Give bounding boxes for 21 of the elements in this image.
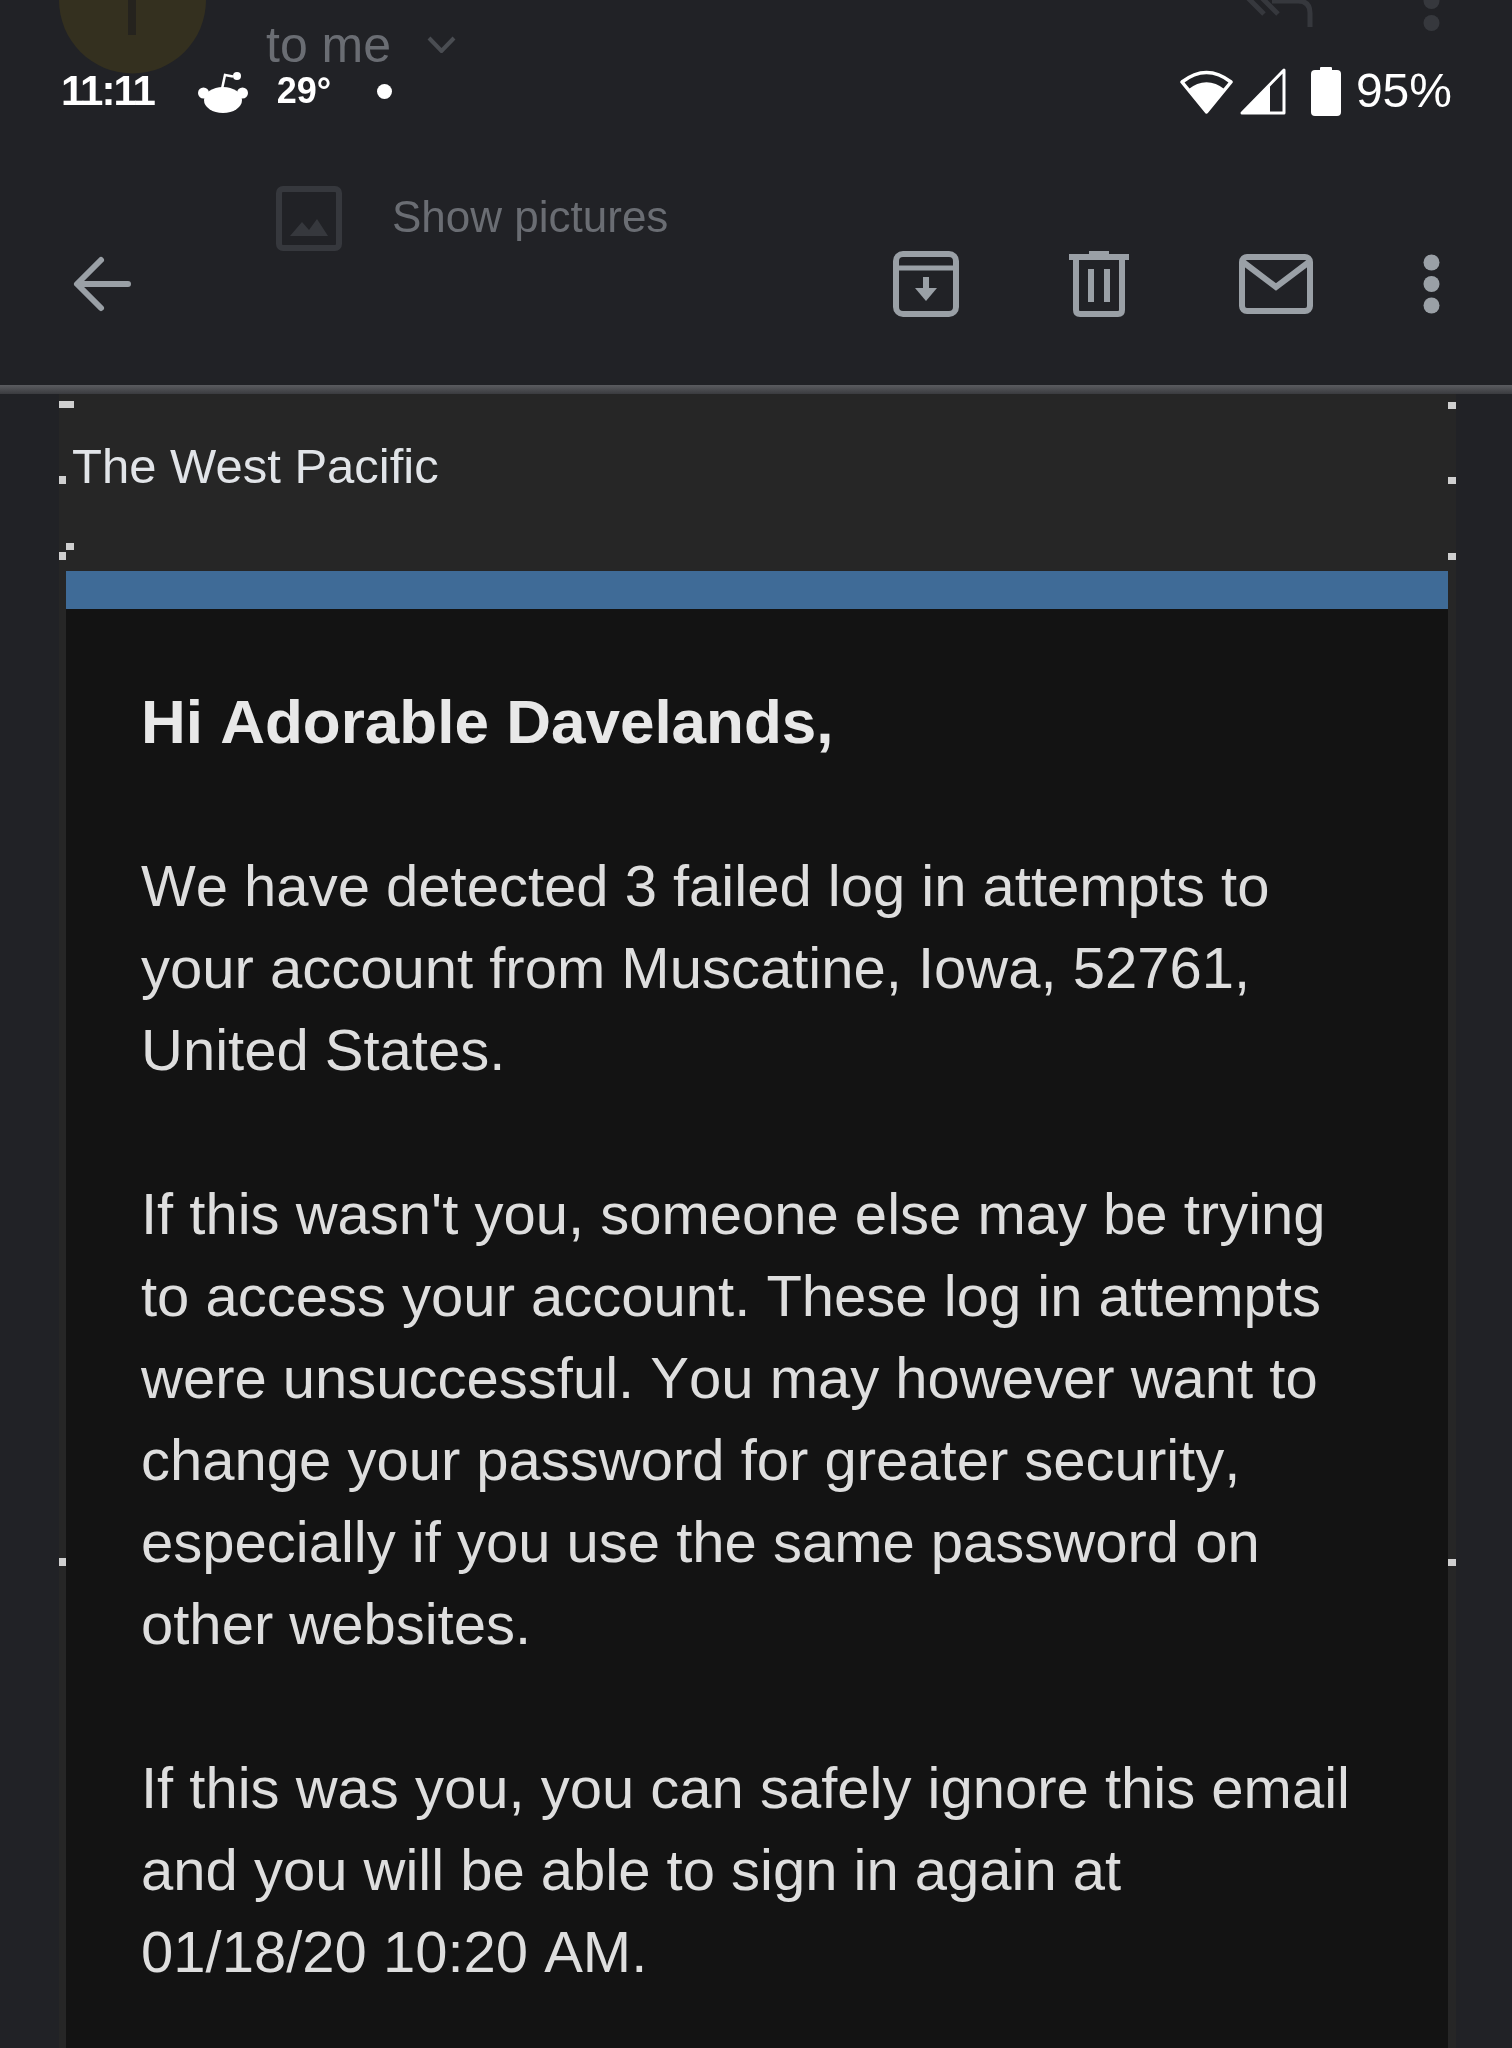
- cell-signal-icon: [1238, 67, 1286, 115]
- recipient-label: to me: [266, 20, 392, 70]
- battery-icon: [1310, 66, 1341, 116]
- battery-percentage: 95%: [1355, 67, 1452, 115]
- back-arrow-icon: [72, 254, 131, 313]
- paragraph-text: If this was you, you can safely ignore this email and you will be able to sign in again at 01/18/20 10:20 AM.: [141, 1754, 1351, 1986]
- greeting-text: Hi Adorable Davelands,: [141, 686, 834, 758]
- trash-can-icon: [1069, 250, 1129, 317]
- paragraph-text: If this wasn't you, someone else may be trying to access your account. These log in attempts were unsuccessful. You may however want to change your password for greater security, especially if you use the same password on other websites.: [141, 1180, 1327, 1658]
- alien-head-icon: [197, 69, 248, 113]
- temperature-text: 29°: [276, 73, 332, 109]
- paragraph-text: We have detected 3 failed log in attempts to your account from Muscatine, Iowa, 52761, United States.: [141, 852, 1271, 1084]
- notification-dot-icon: [377, 83, 393, 99]
- more-vertical-icon: [1423, 253, 1440, 314]
- status-time: 11:11: [61, 70, 154, 112]
- chevron-down-icon: [427, 36, 456, 53]
- envelope-icon: [1239, 253, 1313, 314]
- archive-box-icon: [893, 250, 959, 317]
- sender-name: The West Pacific: [72, 439, 439, 493]
- show-pictures-label: Show pictures: [392, 195, 669, 239]
- dash-mark-icon: [59, 401, 74, 408]
